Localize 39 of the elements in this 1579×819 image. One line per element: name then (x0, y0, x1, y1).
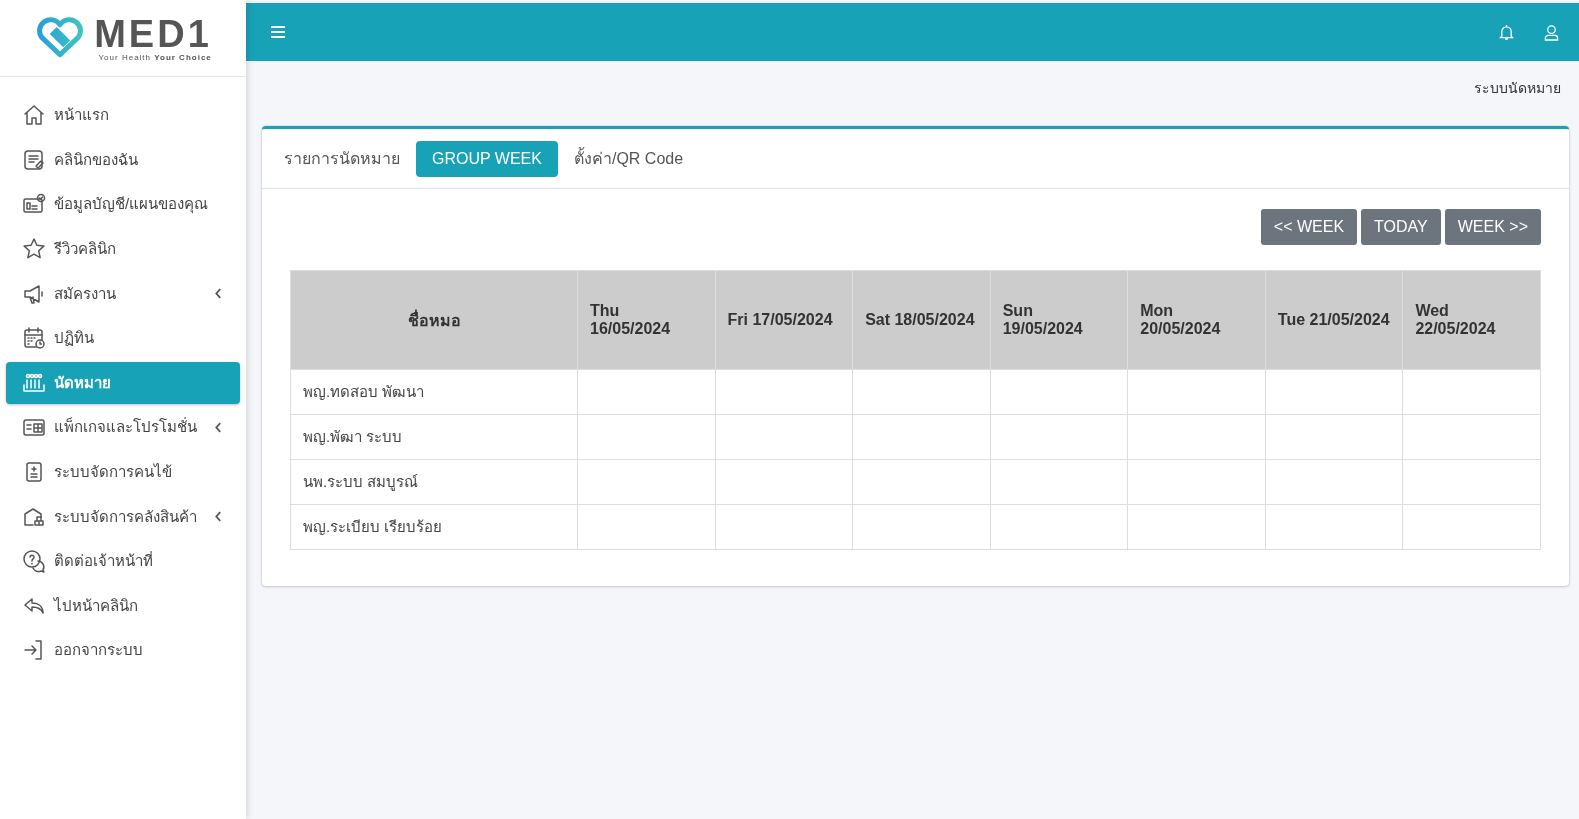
tab[interactable]: ตั้งค่า/QR Code (565, 137, 692, 180)
sidebar-item[interactable]: แพ็กเกจและโปรโมชั่น (6, 406, 240, 449)
sidebar-item[interactable]: รีวิวคลินิก (6, 227, 240, 271)
table-cell: พญ.ระเบียบ เรียบร้อย (290, 504, 578, 550)
bell-icon[interactable] (1499, 23, 1514, 41)
table-cell: พญ.ทดสอบ พัฒนา (290, 369, 578, 415)
logo-wordmark: MED1 (94, 14, 212, 53)
question-chat-icon (22, 549, 46, 574)
column-header: Tue 21/05/2024 (1265, 270, 1403, 370)
sidebar-item[interactable]: คลินิกของฉัน (6, 138, 240, 182)
house-icon (22, 103, 46, 128)
column-header: Fri 17/05/2024 (715, 270, 853, 370)
today-button[interactable]: TODAY (1361, 209, 1441, 245)
menu-icon[interactable] (270, 25, 286, 39)
logo-tagline: Your Health Your Choice (98, 52, 212, 62)
sidebar-item[interactable]: ติดต่อเจ้าหน้าที่ (6, 539, 240, 583)
sidebar-item[interactable]: ออกจากระบบ (6, 629, 240, 672)
sidebar-item[interactable]: ระบบจัดการคลังสินค้า (6, 495, 240, 538)
sidebar-item[interactable]: ข้อมูลบัญชี/แผนของคุณ (6, 183, 240, 226)
column-header: Sun 19/05/2024 (990, 270, 1128, 370)
column-header: Mon 20/05/2024 (1127, 270, 1266, 370)
sidebar-item[interactable]: ระบบจัดการคนไข้ (6, 450, 240, 494)
table-cell: นพ.ระบบ สมบูรณ์ (290, 459, 578, 505)
column-header: ชื่อหมอ (290, 270, 578, 370)
sidebar-item[interactable]: ไปหน้าคลินิก (6, 584, 240, 628)
column-header: Wed 22/05/2024 (1402, 270, 1541, 370)
previous-week-button[interactable]: << WEEK (1260, 209, 1358, 245)
next-week-button[interactable]: WEEK >> (1444, 209, 1541, 245)
document-icon (22, 147, 46, 172)
table-cell: พญ.พัฒา ระบบ (290, 414, 578, 460)
tab[interactable]: รายการนัดหมาย (276, 137, 408, 180)
sidebar-item[interactable]: ปฏิทิน (6, 316, 240, 360)
column-header: Thu 16/05/2024 (577, 270, 716, 370)
calendar-icon (22, 326, 46, 351)
column-header: Sat 18/05/2024 (852, 270, 991, 370)
sidebar-item[interactable]: สมัครงาน (6, 272, 240, 315)
sidebar-item[interactable]: หน้าแรก (6, 94, 240, 137)
breadcrumb: ระบบนัดหมาย (1474, 79, 1561, 98)
user-icon[interactable] (1544, 23, 1559, 41)
